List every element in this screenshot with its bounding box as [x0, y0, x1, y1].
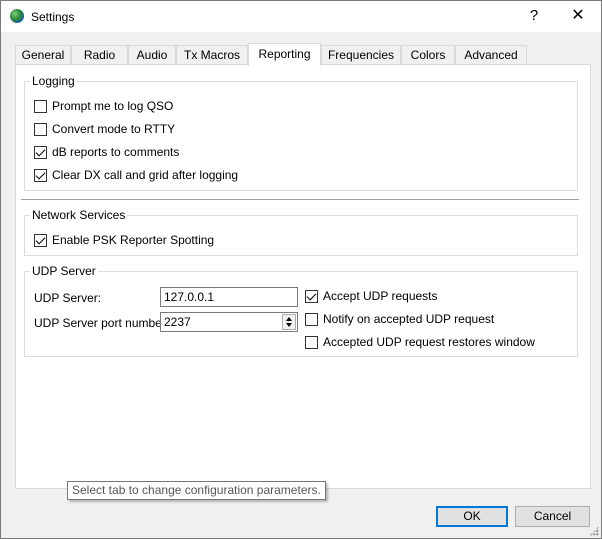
tab-frequencies[interactable]: Frequencies [321, 45, 401, 64]
tab-advanced[interactable]: Advanced [455, 45, 527, 64]
udp-port-spinbox[interactable]: 2237 [160, 312, 298, 332]
db-reports-label: dB reports to comments [52, 145, 180, 159]
clear-dx-checkbox[interactable] [34, 169, 47, 182]
tab-tooltip: Select tab to change configuration param… [67, 481, 326, 500]
restore-window-checkbox[interactable] [305, 336, 318, 349]
udp-server-input[interactable]: 127.0.0.1 [160, 287, 298, 307]
cancel-button[interactable]: Cancel [515, 506, 590, 527]
psk-reporter-checkbox[interactable] [34, 234, 47, 247]
app-globe-icon [10, 9, 24, 23]
psk-reporter-label: Enable PSK Reporter Spotting [52, 233, 215, 247]
port-spin-arrows-icon[interactable] [282, 314, 296, 330]
convert-rtty-checkbox[interactable] [34, 123, 47, 136]
udp-server-label: UDP Server: [34, 291, 102, 305]
notify-udp-label: Notify on accepted UDP request [323, 312, 495, 326]
convert-rtty-label: Convert mode to RTTY [52, 122, 176, 136]
udp-server-value: 127.0.0.1 [164, 290, 215, 304]
accept-udp-checkbox[interactable] [305, 290, 318, 303]
clear-dx-label: Clear DX call and grid after logging [52, 168, 239, 182]
udp-port-value: 2237 [164, 315, 191, 329]
tab-reporting[interactable]: Reporting [248, 43, 321, 66]
section-divider [21, 199, 579, 200]
title-bar: Settings ? ✕ [1, 1, 601, 32]
udp-server-title: UDP Server [30, 264, 98, 278]
accept-udp-label: Accept UDP requests [323, 289, 438, 303]
tab-audio[interactable]: Audio [128, 45, 176, 64]
close-button[interactable]: ✕ [568, 6, 588, 26]
settings-window: Settings ? ✕ General Radio Audio Tx Macr… [0, 0, 602, 539]
tab-radio[interactable]: Radio [71, 45, 128, 64]
restore-window-label: Accepted UDP request restores window [323, 335, 535, 349]
help-button[interactable]: ? [524, 6, 544, 26]
udp-port-label: UDP Server port number: [34, 316, 170, 330]
window-title: Settings [31, 10, 75, 24]
resize-grip-icon[interactable] [589, 526, 599, 536]
network-services-title: Network Services [30, 208, 128, 222]
db-reports-checkbox[interactable] [34, 146, 47, 159]
notify-udp-checkbox[interactable] [305, 313, 318, 326]
tab-general[interactable]: General [15, 45, 71, 64]
ok-button[interactable]: OK [436, 506, 508, 527]
prompt-log-qso-label: Prompt me to log QSO [52, 99, 174, 113]
logging-group-title: Logging [30, 74, 77, 88]
tab-colors[interactable]: Colors [401, 45, 455, 64]
prompt-log-qso-checkbox[interactable] [34, 100, 47, 113]
tab-tx-macros[interactable]: Tx Macros [176, 45, 248, 64]
